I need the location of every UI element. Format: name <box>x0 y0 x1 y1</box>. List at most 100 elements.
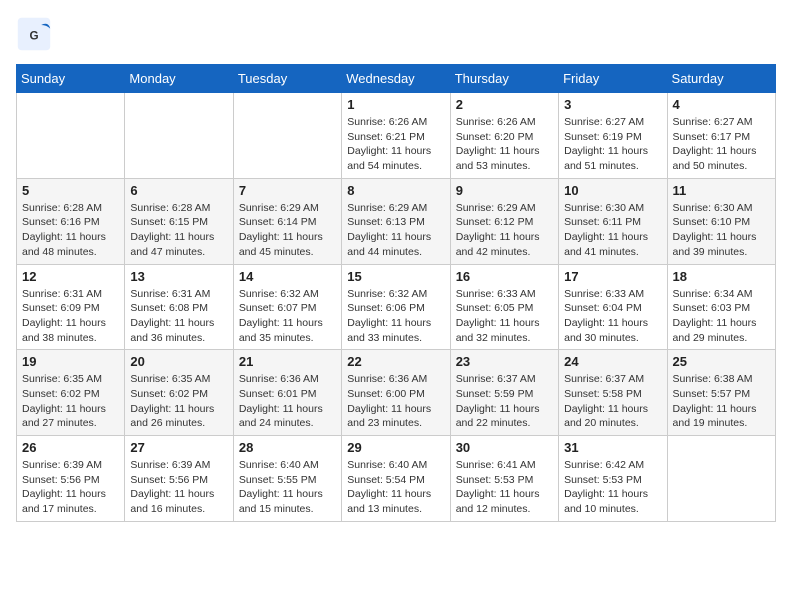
calendar-week-row: 19 Sunrise: 6:35 AM Sunset: 6:02 PM Dayli… <box>17 350 776 436</box>
day-info: Sunrise: 6:30 AM Sunset: 6:10 PM Dayligh… <box>673 201 770 260</box>
svg-text:G: G <box>29 29 38 42</box>
day-info: Sunrise: 6:38 AM Sunset: 5:57 PM Dayligh… <box>673 372 770 431</box>
calendar-cell: 15 Sunrise: 6:32 AM Sunset: 6:06 PM Dayli… <box>342 264 450 350</box>
day-info: Sunrise: 6:29 AM Sunset: 6:14 PM Dayligh… <box>239 201 336 260</box>
day-number: 7 <box>239 183 336 198</box>
day-info: Sunrise: 6:35 AM Sunset: 6:02 PM Dayligh… <box>130 372 227 431</box>
calendar-cell: 13Sunrise: 6:31 AM Sunset: 6:08 PM Dayli… <box>125 264 233 350</box>
day-info: Sunrise: 6:32 AM Sunset: 6:06 PM Dayligh… <box>347 287 444 346</box>
day-number: 27 <box>130 440 227 455</box>
day-number: 15 <box>347 269 444 284</box>
day-number: 29 <box>347 440 444 455</box>
weekday-header: Thursday <box>450 65 558 93</box>
logo: G <box>16 16 56 52</box>
calendar-cell: 3 Sunrise: 6:27 AM Sunset: 6:19 PM Daylig… <box>559 93 667 179</box>
day-info: Sunrise: 6:33 AM Sunset: 6:04 PM Dayligh… <box>564 287 661 346</box>
day-info: Sunrise: 6:36 AM Sunset: 6:00 PM Dayligh… <box>347 372 444 431</box>
day-number: 11 <box>673 183 770 198</box>
day-number: 19 <box>22 354 119 369</box>
calendar-cell <box>125 93 233 179</box>
day-info: Sunrise: 6:28 AM Sunset: 6:15 PM Dayligh… <box>130 201 227 260</box>
day-number: 23 <box>456 354 553 369</box>
calendar-cell: 17 Sunrise: 6:33 AM Sunset: 6:04 PM Dayli… <box>559 264 667 350</box>
day-info: Sunrise: 6:41 AM Sunset: 5:53 PM Dayligh… <box>456 458 553 517</box>
day-number: 16 <box>456 269 553 284</box>
day-info: Sunrise: 6:26 AM Sunset: 6:21 PM Dayligh… <box>347 115 444 174</box>
day-number: 5 <box>22 183 119 198</box>
weekday-header: Saturday <box>667 65 775 93</box>
day-info: Sunrise: 6:28 AM Sunset: 6:16 PM Dayligh… <box>22 201 119 260</box>
day-info: Sunrise: 6:26 AM Sunset: 6:20 PM Dayligh… <box>456 115 553 174</box>
calendar-cell: 9 Sunrise: 6:29 AM Sunset: 6:12 PM Daylig… <box>450 178 558 264</box>
calendar-cell: 22 Sunrise: 6:36 AM Sunset: 6:00 PM Dayli… <box>342 350 450 436</box>
calendar-cell <box>233 93 341 179</box>
calendar-cell: 2 Sunrise: 6:26 AM Sunset: 6:20 PM Daylig… <box>450 93 558 179</box>
calendar-cell: 30 Sunrise: 6:41 AM Sunset: 5:53 PM Dayli… <box>450 436 558 522</box>
day-info: Sunrise: 6:37 AM Sunset: 5:58 PM Dayligh… <box>564 372 661 431</box>
calendar-cell: 12 Sunrise: 6:31 AM Sunset: 6:09 PM Dayli… <box>17 264 125 350</box>
day-info: Sunrise: 6:27 AM Sunset: 6:17 PM Dayligh… <box>673 115 770 174</box>
day-number: 24 <box>564 354 661 369</box>
day-number: 14 <box>239 269 336 284</box>
day-number: 26 <box>22 440 119 455</box>
calendar-cell: 25Sunrise: 6:38 AM Sunset: 5:57 PM Dayli… <box>667 350 775 436</box>
day-number: 13 <box>130 269 227 284</box>
day-number: 9 <box>456 183 553 198</box>
calendar-cell: 26 Sunrise: 6:39 AM Sunset: 5:56 PM Dayli… <box>17 436 125 522</box>
calendar-cell: 19 Sunrise: 6:35 AM Sunset: 6:02 PM Dayli… <box>17 350 125 436</box>
day-number: 6 <box>130 183 227 198</box>
day-number: 31 <box>564 440 661 455</box>
day-info: Sunrise: 6:37 AM Sunset: 5:59 PM Dayligh… <box>456 372 553 431</box>
day-number: 3 <box>564 97 661 112</box>
day-info: Sunrise: 6:31 AM Sunset: 6:09 PM Dayligh… <box>22 287 119 346</box>
day-number: 4 <box>673 97 770 112</box>
calendar-cell: 18Sunrise: 6:34 AM Sunset: 6:03 PM Dayli… <box>667 264 775 350</box>
calendar-cell: 27Sunrise: 6:39 AM Sunset: 5:56 PM Dayli… <box>125 436 233 522</box>
day-info: Sunrise: 6:33 AM Sunset: 6:05 PM Dayligh… <box>456 287 553 346</box>
day-info: Sunrise: 6:29 AM Sunset: 6:12 PM Dayligh… <box>456 201 553 260</box>
day-number: 10 <box>564 183 661 198</box>
calendar-cell: 6 Sunrise: 6:28 AM Sunset: 6:15 PM Daylig… <box>125 178 233 264</box>
day-number: 1 <box>347 97 444 112</box>
day-number: 2 <box>456 97 553 112</box>
day-info: Sunrise: 6:27 AM Sunset: 6:19 PM Dayligh… <box>564 115 661 174</box>
calendar-week-row: 12 Sunrise: 6:31 AM Sunset: 6:09 PM Dayli… <box>17 264 776 350</box>
calendar-table: SundayMondayTuesdayWednesdayThursdayFrid… <box>16 64 776 522</box>
calendar-cell <box>17 93 125 179</box>
day-info: Sunrise: 6:32 AM Sunset: 6:07 PM Dayligh… <box>239 287 336 346</box>
day-number: 17 <box>564 269 661 284</box>
calendar-cell: 10Sunrise: 6:30 AM Sunset: 6:11 PM Dayli… <box>559 178 667 264</box>
weekday-header: Friday <box>559 65 667 93</box>
calendar-cell: 7 Sunrise: 6:29 AM Sunset: 6:14 PM Daylig… <box>233 178 341 264</box>
page-header: G <box>16 16 776 52</box>
calendar-cell: 4 Sunrise: 6:27 AM Sunset: 6:17 PM Daylig… <box>667 93 775 179</box>
calendar-cell: 29 Sunrise: 6:40 AM Sunset: 5:54 PM Dayli… <box>342 436 450 522</box>
calendar-cell: 31 Sunrise: 6:42 AM Sunset: 5:53 PM Dayli… <box>559 436 667 522</box>
day-number: 8 <box>347 183 444 198</box>
day-info: Sunrise: 6:42 AM Sunset: 5:53 PM Dayligh… <box>564 458 661 517</box>
logo-icon: G <box>16 16 52 52</box>
calendar-cell: 16 Sunrise: 6:33 AM Sunset: 6:05 PM Dayli… <box>450 264 558 350</box>
day-info: Sunrise: 6:29 AM Sunset: 6:13 PM Dayligh… <box>347 201 444 260</box>
calendar-cell: 28 Sunrise: 6:40 AM Sunset: 5:55 PM Dayli… <box>233 436 341 522</box>
calendar-week-row: 1 Sunrise: 6:26 AM Sunset: 6:21 PM Daylig… <box>17 93 776 179</box>
day-info: Sunrise: 6:40 AM Sunset: 5:54 PM Dayligh… <box>347 458 444 517</box>
calendar-week-row: 26 Sunrise: 6:39 AM Sunset: 5:56 PM Dayli… <box>17 436 776 522</box>
weekday-header: Wednesday <box>342 65 450 93</box>
day-number: 28 <box>239 440 336 455</box>
day-number: 22 <box>347 354 444 369</box>
day-number: 21 <box>239 354 336 369</box>
calendar-cell: 14 Sunrise: 6:32 AM Sunset: 6:07 PM Dayli… <box>233 264 341 350</box>
calendar-cell <box>667 436 775 522</box>
weekday-header: Sunday <box>17 65 125 93</box>
day-number: 30 <box>456 440 553 455</box>
day-info: Sunrise: 6:39 AM Sunset: 5:56 PM Dayligh… <box>22 458 119 517</box>
calendar-week-row: 5 Sunrise: 6:28 AM Sunset: 6:16 PM Daylig… <box>17 178 776 264</box>
day-info: Sunrise: 6:35 AM Sunset: 6:02 PM Dayligh… <box>22 372 119 431</box>
calendar-cell: 20Sunrise: 6:35 AM Sunset: 6:02 PM Dayli… <box>125 350 233 436</box>
day-info: Sunrise: 6:40 AM Sunset: 5:55 PM Dayligh… <box>239 458 336 517</box>
day-number: 12 <box>22 269 119 284</box>
day-info: Sunrise: 6:34 AM Sunset: 6:03 PM Dayligh… <box>673 287 770 346</box>
calendar-cell: 5 Sunrise: 6:28 AM Sunset: 6:16 PM Daylig… <box>17 178 125 264</box>
weekday-header-row: SundayMondayTuesdayWednesdayThursdayFrid… <box>17 65 776 93</box>
